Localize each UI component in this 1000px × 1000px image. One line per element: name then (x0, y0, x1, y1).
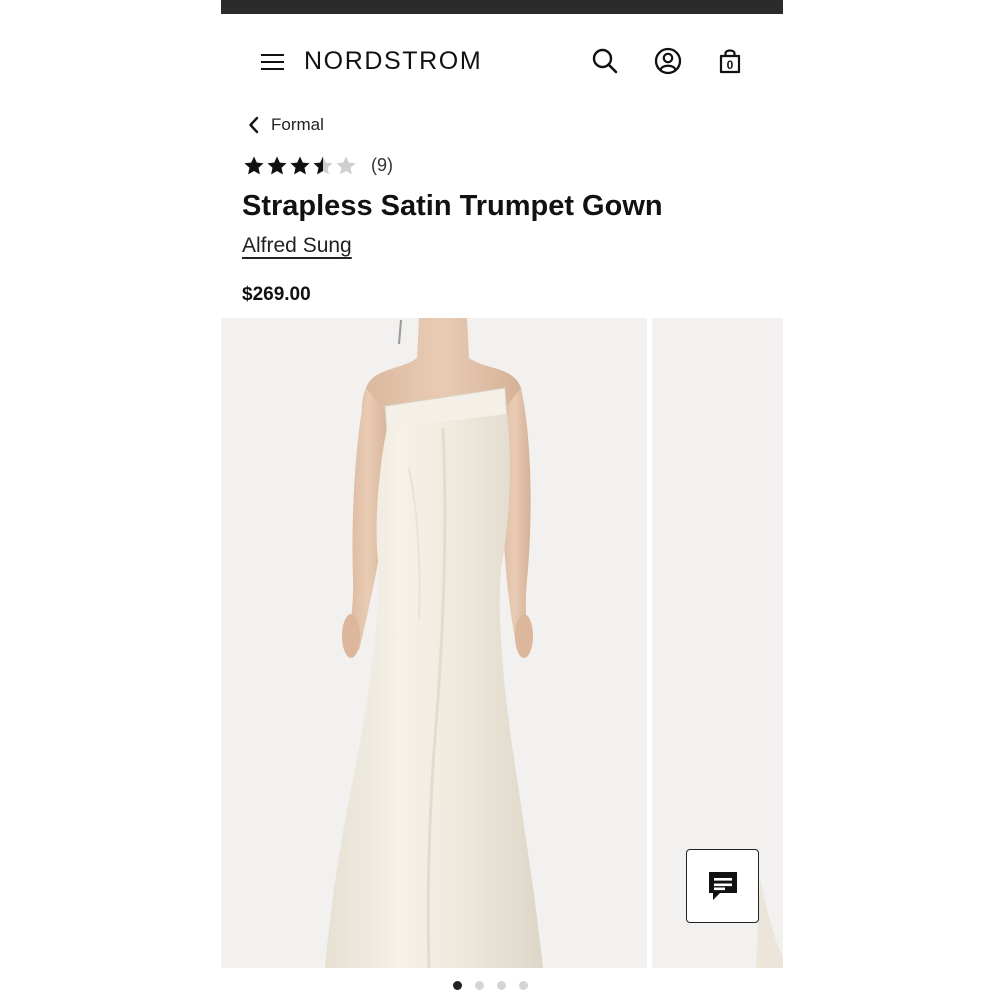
pagination-dot[interactable] (519, 981, 528, 990)
search-icon[interactable] (590, 46, 620, 76)
site-header: NORDSTROM 0 (221, 30, 783, 94)
product-title: Strapless Satin Trumpet Gown (242, 190, 663, 222)
star-filled-icon (244, 156, 264, 175)
shopping-bag-icon[interactable]: 0 (715, 46, 745, 76)
account-icon[interactable] (653, 46, 683, 76)
chat-button[interactable] (686, 849, 759, 923)
breadcrumb-label: Formal (271, 115, 324, 134)
breadcrumb[interactable]: Formal (247, 114, 324, 136)
chevron-left-icon (249, 116, 259, 134)
hamburger-menu-icon[interactable] (261, 52, 285, 72)
rating[interactable]: (9) (243, 155, 393, 176)
review-count[interactable]: (9) (371, 155, 393, 176)
pagination-dot[interactable] (453, 981, 462, 990)
star-rating (243, 155, 358, 176)
gallery-pagination (221, 979, 783, 993)
pagination-dot[interactable] (497, 981, 506, 990)
brand-link[interactable]: Alfred Sung (242, 234, 352, 258)
star-half-icon (313, 156, 333, 175)
star-filled-icon (290, 156, 310, 175)
product-page: NORDSTROM 0 Formal (9) Strapless Satin T… (221, 0, 783, 1000)
gown-photo (325, 318, 543, 968)
star-filled-icon (267, 156, 287, 175)
pagination-dot[interactable] (475, 981, 484, 990)
star-empty-icon (336, 156, 356, 175)
status-bar (221, 0, 783, 14)
product-price: $269.00 (242, 284, 311, 305)
site-logo[interactable]: NORDSTROM (304, 47, 482, 76)
chat-icon (708, 872, 737, 900)
product-image-main[interactable] (221, 318, 647, 968)
bag-count: 0 (726, 58, 734, 72)
